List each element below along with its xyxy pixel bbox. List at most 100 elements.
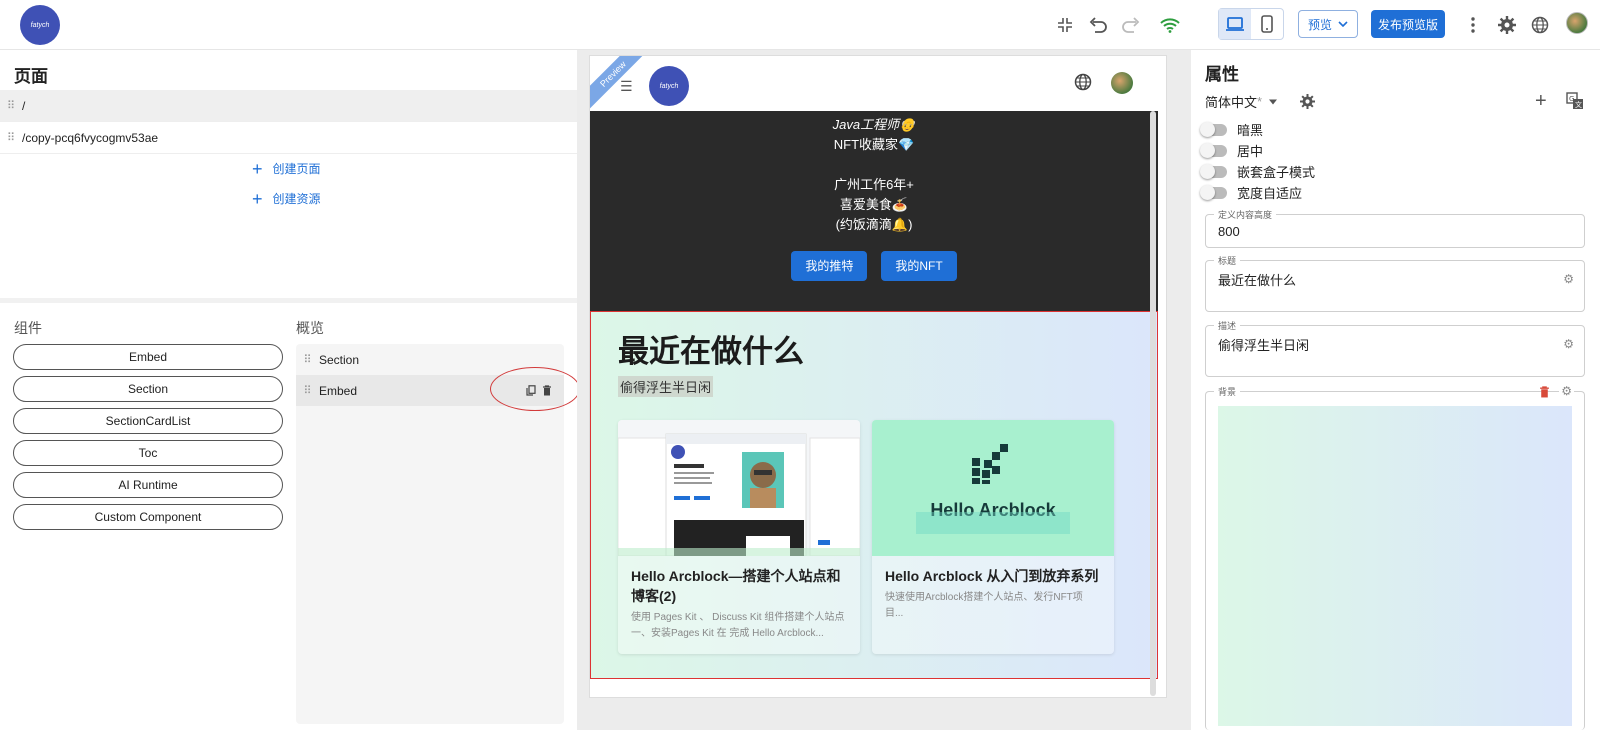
properties-panel: 属性 简体中文 * + G文 暗黑 居中 嵌套盒子模式 宽度自适应 定义内容高度… (1191, 50, 1600, 730)
component-section[interactable]: Section (13, 376, 283, 402)
preview-scrollbar[interactable] (1150, 111, 1156, 696)
bio-line: NFT收藏家💎 (833, 137, 915, 152)
drag-handle-icon[interactable]: ⠿ (0, 131, 22, 144)
globe-icon[interactable] (1527, 12, 1553, 38)
create-resource-label: 创建资源 (272, 192, 321, 206)
overview-item-label: Embed (319, 383, 358, 398)
dark-toggle[interactable]: 暗黑 (1200, 120, 1264, 139)
preview-dropdown[interactable]: 预览 (1298, 10, 1358, 38)
menu-icon[interactable]: ☰ (620, 78, 633, 95)
height-value: 800 (1218, 224, 1240, 239)
nft-button[interactable]: 我的NFT (881, 251, 957, 281)
card-desc: 快速使用Arcblock搭建个人站点、发行NFT项目... (885, 592, 1083, 619)
switch-label: 暗黑 (1237, 123, 1264, 138)
create-page-button[interactable]: + 创建页面 (252, 158, 321, 179)
gear-icon[interactable] (1494, 12, 1520, 38)
nested-box-toggle[interactable]: 嵌套盒子模式 (1200, 162, 1315, 181)
add-icon[interactable]: + (1535, 90, 1547, 113)
preview-area: Preview ☰ fatych Java工程师👴 NFT收藏家💎 广州工作6年… (577, 50, 1191, 730)
toggle-switch[interactable] (1200, 121, 1227, 137)
language-label: 简体中文 (1205, 95, 1258, 110)
card-title: Hello Arcblock 从入门到放弃系列 (885, 568, 1099, 584)
drag-handle-icon[interactable]: ⠿ (296, 353, 319, 366)
components-title: 组件 (14, 320, 42, 336)
preview-avatar[interactable] (1111, 72, 1133, 94)
logo-text: fatych (659, 82, 679, 90)
section-desc: 偷得浮生半日闲 (618, 376, 714, 397)
field-settings-icon[interactable]: ⚙ (1563, 337, 1574, 351)
top-toolbar: fatych 预览 发布预览版 (0, 0, 1600, 50)
center-toggle[interactable]: 居中 (1200, 141, 1264, 160)
blog-card[interactable]: Hello Arcblock—搭建个人站点和博客(2) 使用 Pages Kit… (618, 420, 860, 654)
device-toggle (1218, 8, 1284, 40)
embed-block: Java工程师👴 NFT收藏家💎 广州工作6年+ 喜爱美食🍝 (约饭滴滴🔔) 我… (590, 111, 1158, 311)
section-block[interactable]: 最近在做什么 偷得浮生半日闲 Hello Arcblock—搭建个人站点和博客(… (590, 311, 1158, 679)
translate-icon[interactable]: G文 (1566, 92, 1584, 114)
bio-line (590, 155, 1158, 175)
component-toc[interactable]: Toc (13, 440, 283, 466)
background-field[interactable]: 背景 ⚙ (1205, 384, 1585, 730)
title-field[interactable]: 标题 最近在做什么 ⚙ (1205, 254, 1585, 312)
arcblock-logo-icon (972, 444, 1008, 484)
switch-label: 宽度自适应 (1237, 186, 1303, 201)
field-label: 定义内容高度 (1214, 208, 1277, 221)
publish-button[interactable]: 发布预览版 (1371, 10, 1445, 38)
twitter-button[interactable]: 我的推特 (791, 251, 868, 281)
redo-icon[interactable] (1118, 12, 1144, 38)
language-select[interactable]: 简体中文 * (1205, 92, 1316, 111)
background-preview (1218, 406, 1572, 726)
delete-icon[interactable] (1539, 386, 1550, 398)
height-field[interactable]: 定义内容高度 800 (1205, 208, 1585, 248)
user-avatar[interactable] (1566, 12, 1588, 34)
blog-card[interactable]: Hello Arcblock Hello Arcblock 从入门到放弃系列 快… (872, 420, 1114, 654)
svg-text:文: 文 (1575, 100, 1582, 109)
gear-icon[interactable] (1300, 94, 1316, 109)
switch-label: 居中 (1237, 144, 1264, 159)
globe-icon[interactable] (1074, 73, 1092, 96)
page-path: / (22, 98, 26, 113)
wifi-icon (1157, 12, 1183, 38)
properties-title: 属性 (1205, 65, 1239, 84)
component-custom[interactable]: Custom Component (13, 504, 283, 530)
drag-handle-icon[interactable]: ⠿ (296, 384, 319, 397)
title-value: 最近在做什么 (1218, 273, 1297, 288)
arcblock-image-stripe (916, 512, 1070, 534)
component-sectioncardlist[interactable]: SectionCardList (13, 408, 283, 434)
auto-width-toggle[interactable]: 宽度自适应 (1200, 183, 1303, 202)
desktop-view-button[interactable] (1219, 9, 1251, 39)
more-vert-icon[interactable] (1460, 12, 1486, 38)
bio-line: 广州工作6年+ (834, 177, 914, 192)
undo-icon[interactable] (1085, 12, 1111, 38)
preview-label: 预览 (1307, 17, 1332, 32)
card-arcblock-image: Hello Arcblock (872, 420, 1114, 556)
toggle-switch[interactable] (1200, 163, 1227, 179)
mobile-view-button[interactable] (1251, 9, 1283, 39)
collapse-icon[interactable] (1052, 12, 1078, 38)
toggle-switch[interactable] (1200, 142, 1227, 158)
component-ai-runtime[interactable]: AI Runtime (13, 472, 283, 498)
card-desc: 使用 Pages Kit 、 Discuss Kit 组件搭建个人站点 一、安装… (631, 612, 845, 639)
create-resource-button[interactable]: + 创建资源 (252, 190, 321, 208)
create-page-label: 创建页面 (272, 162, 321, 176)
page-row[interactable]: ⠿ /copy-pcq6fvycogmv53ae (0, 122, 577, 154)
caret-down-icon (1269, 99, 1278, 104)
background-settings-icon[interactable]: ⚙ (1559, 384, 1574, 398)
plus-icon: + (252, 158, 263, 179)
desc-field[interactable]: 描述 偷得浮生半日闲 ⚙ (1205, 319, 1585, 377)
toggle-switch[interactable] (1200, 184, 1227, 200)
page-row[interactable]: ⠿ / (0, 90, 577, 122)
site-logo[interactable]: fatych (20, 5, 60, 45)
section-title: 最近在做什么 (618, 334, 804, 369)
component-embed[interactable]: Embed (13, 344, 283, 370)
overview-title: 概览 (296, 320, 324, 336)
field-settings-icon[interactable]: ⚙ (1563, 272, 1574, 286)
field-label: 描述 (1214, 319, 1241, 332)
logo-text: fatych (30, 21, 50, 29)
svg-text:G: G (1569, 95, 1574, 103)
card-screenshot-image (618, 420, 860, 557)
laptop-icon (1226, 17, 1244, 31)
bio-line: 喜爱美食🍝 (839, 197, 909, 212)
drag-handle-icon[interactable]: ⠿ (0, 99, 22, 112)
preview-logo: fatych (649, 66, 689, 106)
bio-line: (约饭滴滴🔔) (835, 217, 913, 232)
